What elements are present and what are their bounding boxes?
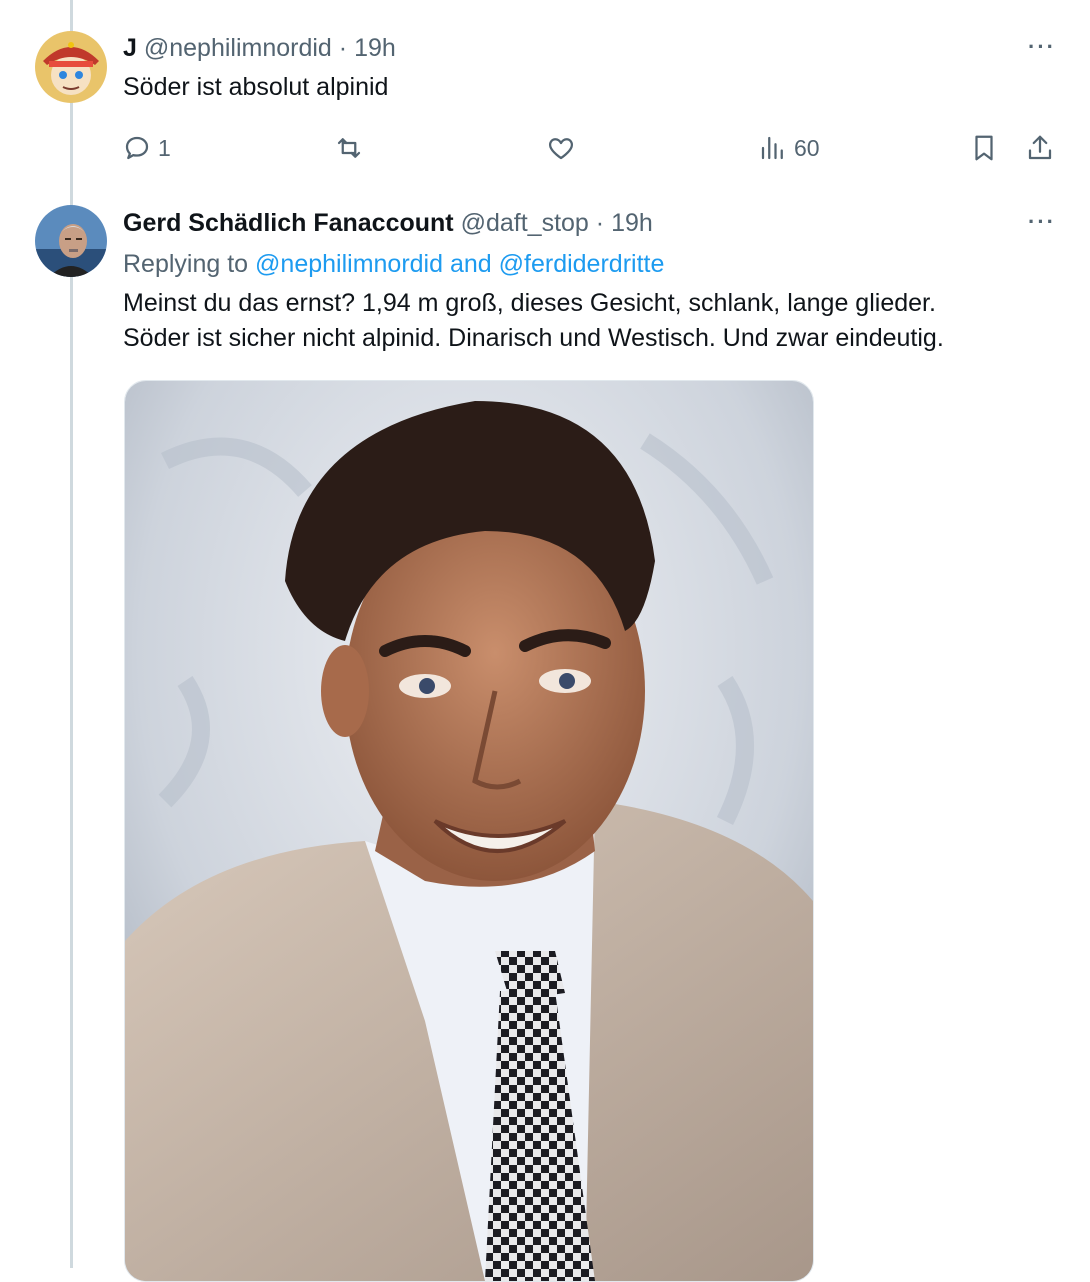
tweet-text: Meinst du das ernst? 1,94 m groß, dieses… [123,286,1073,356]
reply-icon [125,136,149,160]
handle[interactable]: @nephilimnordid [144,34,332,62]
avatar[interactable] [35,205,107,277]
handle[interactable]: @daft_stop [461,209,589,237]
share-icon [1028,135,1052,160]
retweet-button[interactable] [334,133,370,163]
reply-mention-2[interactable]: @ferdiderdritte [499,250,665,278]
views-icon [761,136,783,160]
reply-count: 1 [158,134,171,161]
views-button[interactable]: 60 [758,133,820,163]
replying-prefix: Replying to [123,250,249,278]
tweet-text-line-1: Meinst du das ernst? 1,94 m groß, dieses… [123,289,936,317]
timestamp[interactable]: 19h [354,34,396,62]
portrait-photo [125,381,813,1281]
separator: · [338,34,348,62]
tweet-text-line-2: Söder ist sicher nicht alpinid. Dinarisc… [123,324,944,352]
reply-and: and [449,250,492,278]
avatar[interactable] [35,31,107,103]
tweet-text: Söder ist absolut alpinid [123,73,389,101]
tweet-1[interactable]: J @nephilimnordid · 19h ··· Söder ist ab… [0,0,1090,180]
tweet-media-image[interactable] [124,380,814,1282]
more-options-icon[interactable]: ··· [1028,34,1056,60]
tweet-header: J @nephilimnordid · 19h [123,32,396,64]
reply-button[interactable]: 1 [122,133,171,163]
share-button[interactable] [1025,133,1055,163]
like-button[interactable] [546,133,582,163]
heart-icon [548,138,574,160]
retweet-icon [337,138,361,158]
avatar-image [35,31,107,103]
bookmark-icon [975,135,993,161]
bookmark-button[interactable] [969,133,999,163]
avatar-image [35,205,107,277]
reply-mention-1[interactable]: @nephilimnordid [255,250,443,278]
timestamp[interactable]: 19h [611,209,653,237]
tweet-header: Gerd Schädlich Fanaccount @daft_stop · 1… [123,207,653,239]
separator: · [595,209,605,237]
tweet-actions: 1 60 [0,128,1090,168]
display-name[interactable]: J [123,34,137,62]
display-name[interactable]: Gerd Schädlich Fanaccount [123,209,454,237]
views-count: 60 [794,134,820,161]
more-options-icon[interactable]: ··· [1028,209,1056,235]
replying-to: Replying to @nephilimnordid and @ferdide… [123,248,664,280]
